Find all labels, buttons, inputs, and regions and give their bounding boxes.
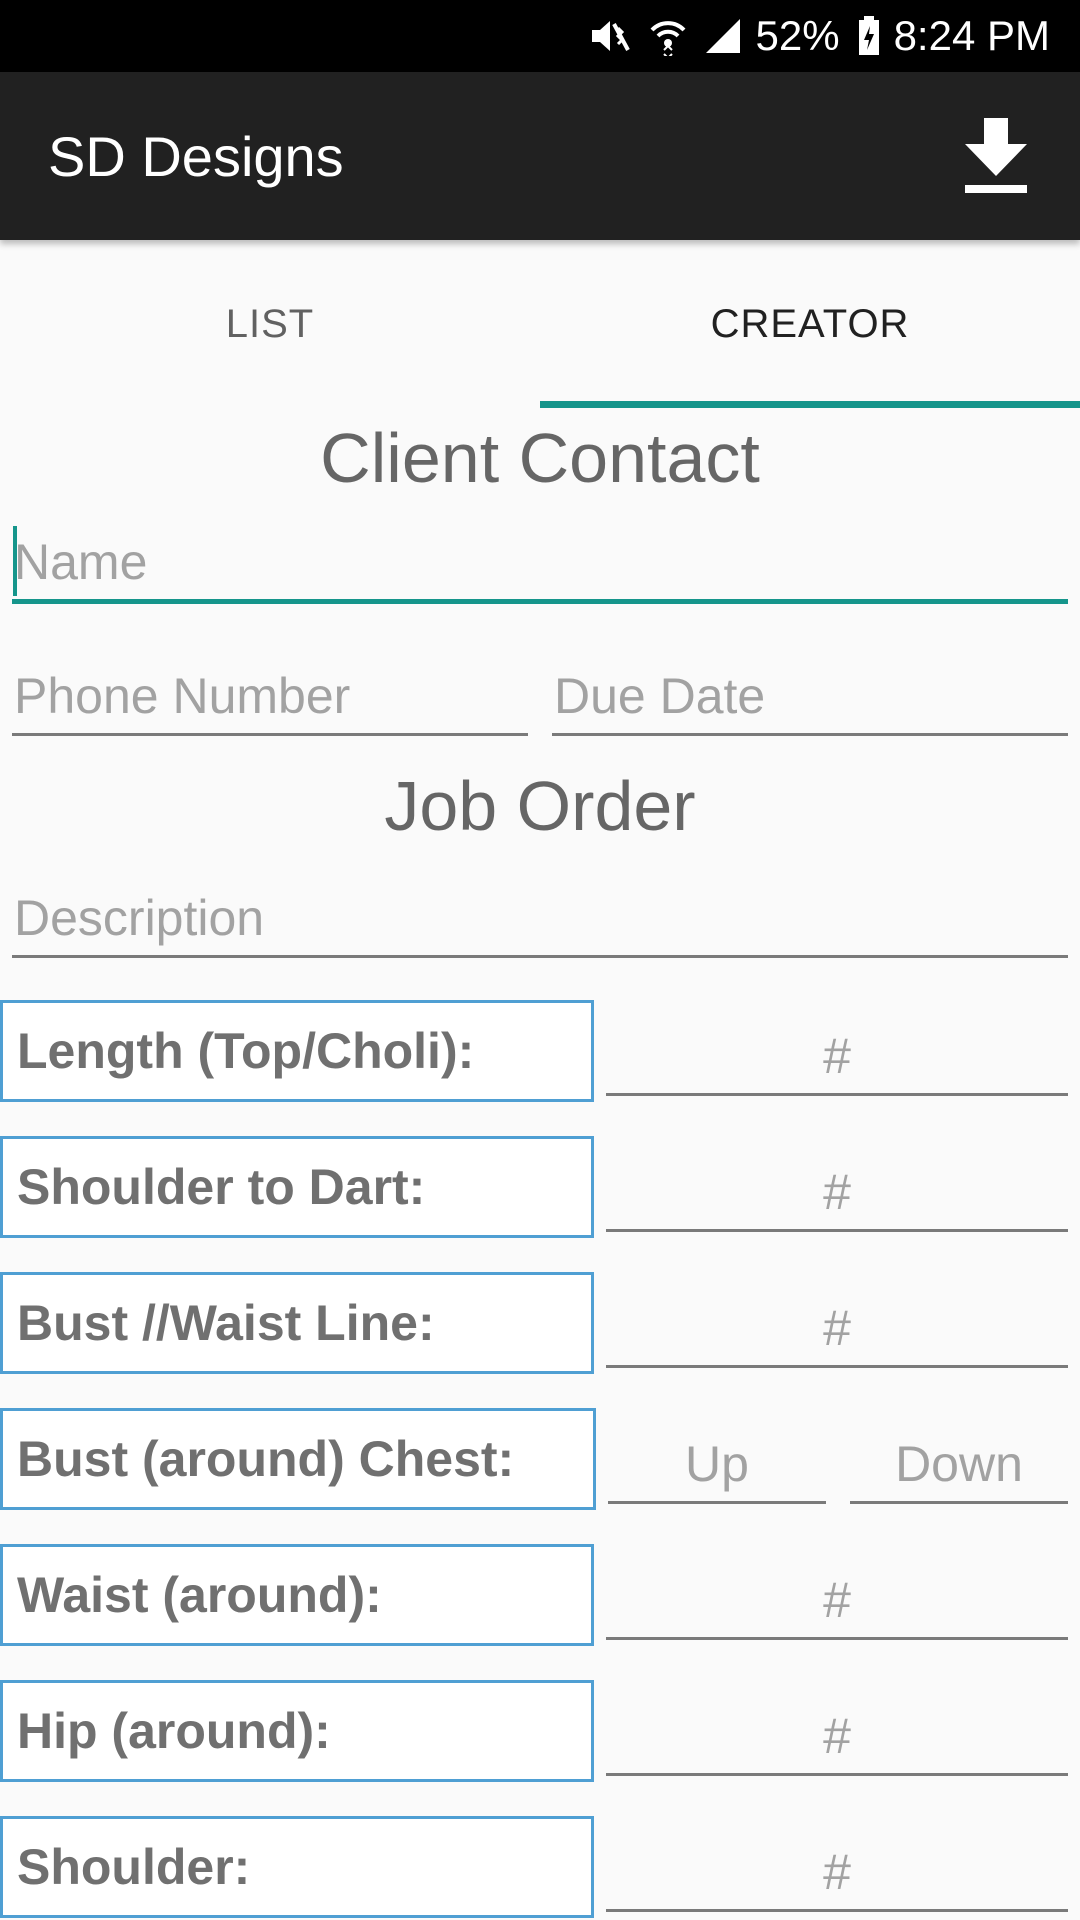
bust-down-placeholder: Down: [895, 1436, 1023, 1492]
wifi-icon: [650, 16, 686, 56]
name-field[interactable]: Name: [12, 520, 1068, 604]
text-caret: [13, 526, 17, 596]
tab-bar: LIST CREATOR: [0, 240, 1080, 408]
measurement-input[interactable]: #: [606, 1148, 1068, 1232]
bust-up-input[interactable]: Up: [608, 1420, 826, 1504]
description-placeholder: Description: [14, 890, 265, 946]
tab-creator[interactable]: CREATOR: [540, 240, 1080, 408]
measurement-label: Shoulder:: [0, 1816, 594, 1918]
phone-number-field[interactable]: Phone Number: [12, 656, 528, 736]
measurement-input[interactable]: #: [606, 1692, 1068, 1776]
name-placeholder: Name: [14, 534, 148, 590]
due-date-field[interactable]: Due Date: [552, 656, 1068, 736]
battery-icon: [858, 16, 880, 56]
bust-down-input[interactable]: Down: [850, 1420, 1068, 1504]
measurement-input[interactable]: #: [606, 1012, 1068, 1096]
measurement-label: Length (Top/Choli):: [0, 1000, 594, 1102]
status-bar: 52% 8:24 PM: [0, 0, 1080, 72]
due-date-placeholder: Due Date: [554, 668, 766, 724]
measurement-placeholder: #: [823, 1164, 851, 1220]
measurement-label: Hip (around):: [0, 1680, 594, 1782]
bust-up-placeholder: Up: [685, 1436, 749, 1492]
measurement-placeholder: #: [823, 1300, 851, 1356]
download-button[interactable]: [948, 108, 1044, 204]
measurement-label: Bust (around) Chest:: [0, 1408, 596, 1510]
measurement-label: Bust //Waist Line:: [0, 1272, 594, 1374]
measurement-placeholder: #: [823, 1572, 851, 1628]
measurement-label: Shoulder to Dart:: [0, 1136, 594, 1238]
download-icon: [965, 118, 1027, 193]
phone-number-placeholder: Phone Number: [14, 668, 351, 724]
measurement-input[interactable]: #: [606, 1284, 1068, 1368]
measurement-label: Waist (around):: [0, 1544, 594, 1646]
clock: 8:24 PM: [893, 12, 1050, 59]
client-contact-heading: Client Contact: [320, 419, 760, 497]
app-title: SD Designs: [48, 124, 344, 188]
signal-icon: [704, 17, 742, 55]
description-field[interactable]: Description: [12, 878, 1068, 958]
mute-vibrate-icon: [588, 16, 632, 56]
measurement-placeholder: #: [823, 1028, 851, 1084]
app-bar: SD Designs: [0, 72, 1080, 240]
measurement-input[interactable]: #: [606, 1828, 1068, 1912]
measurement-placeholder: #: [823, 1708, 851, 1764]
battery-percent: 52%: [755, 12, 840, 59]
tab-list[interactable]: LIST: [0, 240, 540, 408]
measurement-placeholder: #: [823, 1844, 851, 1900]
job-order-heading: Job Order: [384, 767, 696, 845]
measurement-input[interactable]: #: [606, 1556, 1068, 1640]
